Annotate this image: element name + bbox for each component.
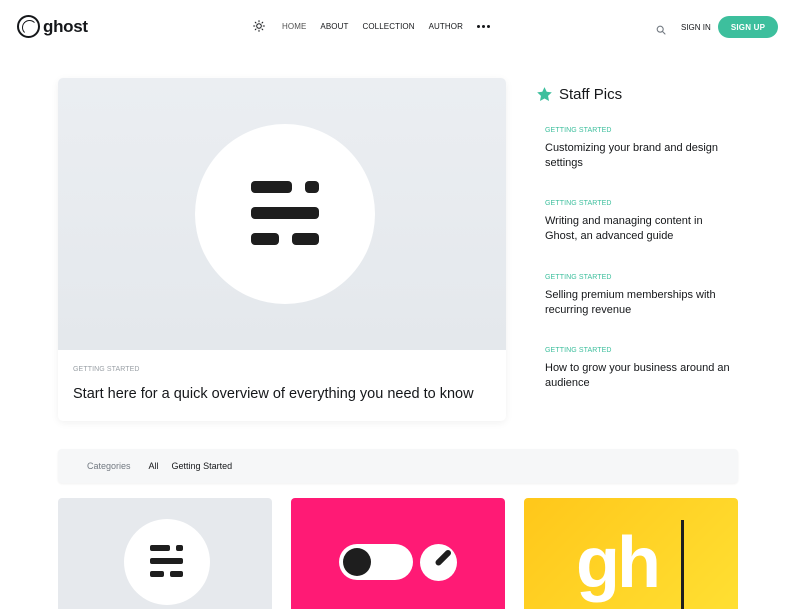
staff-pick-item[interactable]: GETTING STARTED How to grow your busines…: [545, 347, 735, 391]
sun-icon[interactable]: [253, 20, 265, 32]
gh-wordmark: gh: [576, 523, 661, 603]
categories-bar: Categories All Getting Started: [58, 449, 738, 483]
staff-pick-tag[interactable]: GETTING STARTED: [545, 274, 735, 281]
sign-up-button[interactable]: SIGN UP: [718, 16, 778, 38]
featured-post-tag[interactable]: GETTING STARTED: [73, 366, 140, 373]
featured-post-title[interactable]: Start here for a quick overview of every…: [73, 386, 474, 402]
category-all[interactable]: All: [149, 461, 159, 471]
dial-icon: [420, 544, 457, 581]
nav-home[interactable]: HOME: [282, 22, 306, 31]
staff-pick-title[interactable]: Writing and managing content in Ghost, a…: [545, 214, 735, 244]
nav-about[interactable]: ABOUT: [320, 22, 348, 31]
staff-picks-header: Staff Pics: [536, 86, 756, 103]
staff-pick-tag[interactable]: GETTING STARTED: [545, 347, 735, 354]
ghost-mark-circle: [195, 124, 375, 304]
site-header: ghost HOME ABOUT COLLECTION AUTHOR SIGN …: [0, 0, 800, 54]
post-card-image[interactable]: [291, 498, 505, 609]
category-getting-started[interactable]: Getting Started: [172, 461, 233, 471]
staff-pick-title[interactable]: Selling premium memberships with recurri…: [545, 288, 735, 318]
staff-pick-title[interactable]: Customizing your brand and design settin…: [545, 141, 735, 171]
sign-in-link[interactable]: SIGN IN: [681, 23, 711, 32]
ghost-mark-circle: [124, 519, 210, 605]
staff-pick-tag[interactable]: GETTING STARTED: [545, 200, 735, 207]
post-card-image[interactable]: gh: [524, 498, 738, 609]
main-nav: HOME ABOUT COLLECTION AUTHOR: [253, 20, 490, 32]
ghost-mark-icon: [251, 181, 321, 247]
ghost-mark-icon: [150, 545, 184, 578]
star-icon: [536, 86, 553, 103]
logo-text: ghost: [43, 16, 88, 36]
search-icon[interactable]: [656, 22, 666, 35]
staff-picks-title: Staff Pics: [559, 86, 623, 103]
staff-pick-item[interactable]: GETTING STARTED Selling premium membersh…: [545, 274, 735, 318]
featured-post-card[interactable]: GETTING STARTED Start here for a quick o…: [58, 78, 506, 421]
toggle-knob: [343, 548, 371, 576]
staff-pick-title[interactable]: How to grow your business around an audi…: [545, 361, 735, 391]
toggle-icon: [339, 544, 413, 580]
featured-post-image: [58, 78, 506, 350]
post-card-image[interactable]: [58, 498, 272, 609]
staff-pick-item[interactable]: GETTING STARTED Customizing your brand a…: [545, 127, 735, 171]
staff-picks: Staff Pics GETTING STARTED Customizing y…: [536, 86, 756, 389]
text-cursor-icon: [681, 520, 684, 609]
more-icon[interactable]: [476, 24, 490, 28]
nav-collection[interactable]: COLLECTION: [362, 22, 414, 31]
categories-label: Categories: [87, 461, 131, 471]
staff-pick-item[interactable]: GETTING STARTED Writing and managing con…: [545, 200, 735, 244]
ghost-logo[interactable]: ghost: [17, 15, 88, 38]
staff-pick-tag[interactable]: GETTING STARTED: [545, 127, 735, 134]
nav-author[interactable]: AUTHOR: [429, 22, 463, 31]
ghost-logo-icon: [17, 15, 40, 38]
